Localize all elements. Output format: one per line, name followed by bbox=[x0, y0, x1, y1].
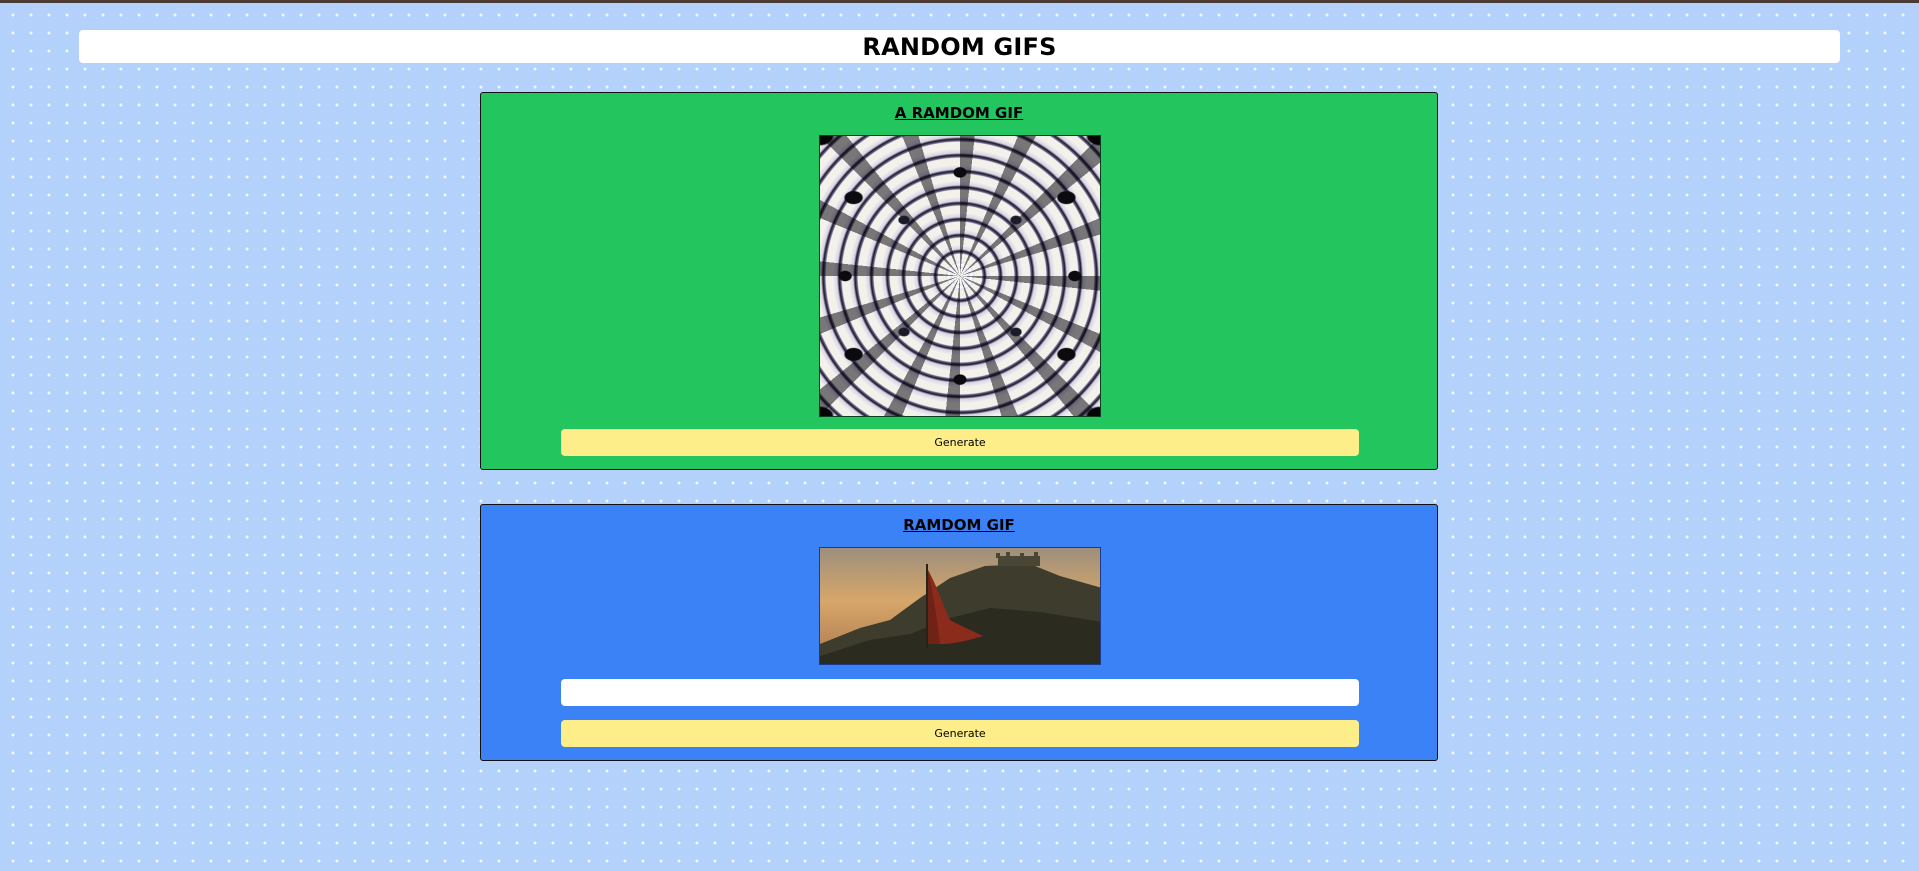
tag-gif-image bbox=[819, 547, 1101, 665]
random-gif-image bbox=[819, 135, 1101, 417]
random-gif-card: A RAMDOM GIF Generate bbox=[480, 92, 1438, 470]
browser-top-strip bbox=[0, 0, 1919, 3]
random-generate-button[interactable]: Generate bbox=[561, 429, 1359, 456]
tag-generate-button[interactable]: Generate bbox=[561, 720, 1359, 747]
page-title: RANDOM GIFS bbox=[862, 32, 1057, 61]
page-header: RANDOM GIFS bbox=[79, 30, 1840, 63]
fortress-scene-graphic bbox=[820, 548, 1100, 664]
tag-gif-card: RAMDOM GIF Generate bbox=[480, 504, 1438, 761]
random-gif-card-title: A RAMDOM GIF bbox=[894, 104, 1024, 122]
tag-search-input[interactable] bbox=[561, 679, 1359, 706]
tag-gif-card-title: RAMDOM GIF bbox=[903, 516, 1015, 534]
